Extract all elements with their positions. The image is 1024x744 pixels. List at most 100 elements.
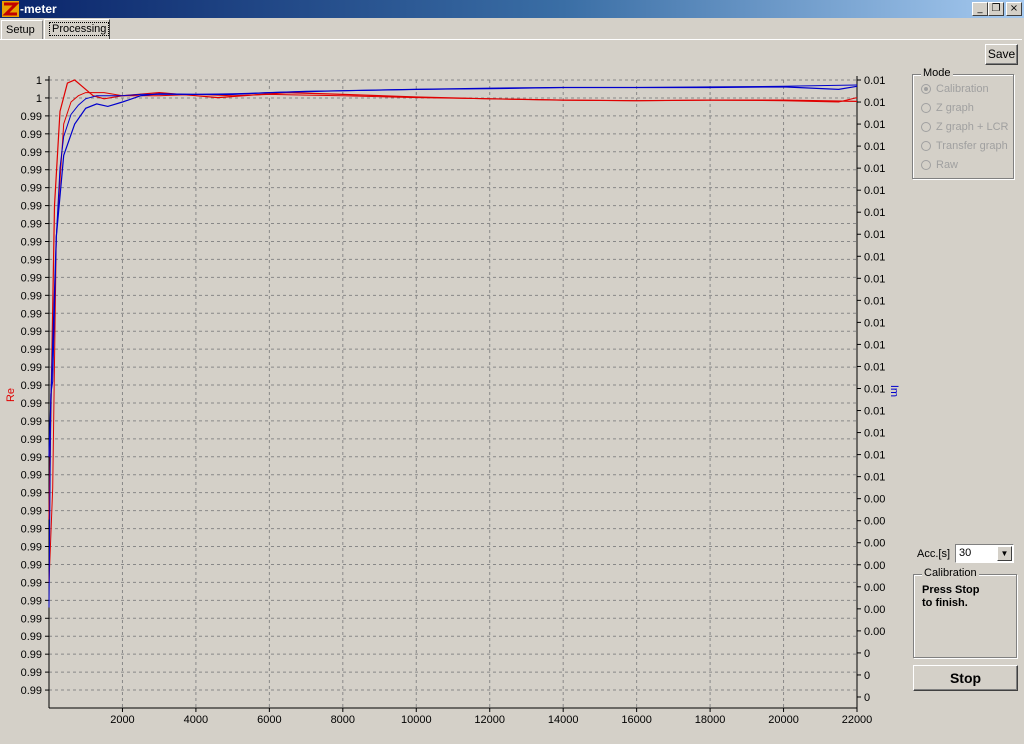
right-tick-label: 0.00 [864, 604, 885, 616]
tab-setup[interactable]: Setup [1, 20, 43, 39]
left-tick-label: 0.99 [21, 219, 42, 231]
mode-z-graph-lcr-radio[interactable]: Z graph + LCR [921, 121, 1008, 137]
right-tick-label: 0.00 [864, 538, 885, 550]
calibration-message: Press Stop to finish. [922, 584, 979, 610]
left-tick-label: 0.99 [21, 488, 42, 500]
right-tick-label: 0.00 [864, 582, 885, 594]
left-tick-label: 0.99 [21, 649, 42, 661]
series-line-re [48, 92, 858, 583]
left-tick-label: 0.99 [21, 165, 42, 177]
app-logo-icon [2, 1, 19, 17]
right-tick-label: 0 [864, 670, 870, 682]
left-tick-label: 0.99 [21, 595, 42, 607]
left-tick-label: 1 [36, 75, 42, 87]
x-tick-label: 8000 [331, 714, 355, 726]
right-tick-label: 0.01 [864, 339, 885, 351]
series-line-im-averaged [48, 85, 858, 457]
left-tick-label: 0.99 [21, 183, 42, 195]
right-tick-label: 0.01 [864, 450, 885, 462]
left-tick-label: 0.99 [21, 434, 42, 446]
right-tick-label: 0.01 [864, 141, 885, 153]
left-tick-label: 0.99 [21, 344, 42, 356]
mode-raw-radio[interactable]: Raw [921, 159, 958, 175]
left-tick-label: 0.99 [21, 147, 42, 159]
mode-calibration-radio[interactable]: Calibration [921, 83, 989, 99]
radio-checked-icon [921, 84, 931, 94]
right-tick-label: 0 [864, 692, 870, 704]
chevron-down-icon[interactable]: ▼ [997, 546, 1012, 561]
right-tick-label: 0.01 [864, 472, 885, 484]
right-tick-label: 0.00 [864, 516, 885, 528]
calibration-group: Calibration Press Stop to finish. [913, 567, 1017, 658]
minimize-button[interactable]: _ [972, 2, 988, 16]
series-line-im [48, 84, 858, 608]
x-tick-label: 16000 [621, 714, 652, 726]
left-tick-label: 0.99 [21, 236, 42, 248]
right-tick-label: 0.01 [864, 185, 885, 197]
left-tick-label: 0.99 [21, 416, 42, 428]
x-tick-label: 20000 [768, 714, 799, 726]
close-button[interactable]: × [1006, 2, 1022, 16]
series-line-re-averaged [48, 79, 858, 520]
im-axis-label: Im [888, 385, 900, 397]
left-tick-label: 0.99 [21, 452, 42, 464]
left-tick-label: 0.99 [21, 254, 42, 266]
left-tick-label: 0.99 [21, 470, 42, 482]
left-tick-label: 0.99 [21, 613, 42, 625]
left-tick-label: 0.99 [21, 129, 42, 141]
left-tick-label: 0.99 [21, 524, 42, 536]
right-tick-label: 0.01 [864, 383, 885, 395]
radio-icon [921, 141, 931, 151]
save-button[interactable]: Save [985, 44, 1018, 65]
left-tick-label: 1 [36, 93, 42, 105]
left-tick-label: 0.99 [21, 201, 42, 213]
right-tick-label: 0.01 [864, 163, 885, 175]
left-tick-label: 0.99 [21, 631, 42, 643]
x-tick-label: 10000 [401, 714, 432, 726]
title-bar: -meter _ ❐ × [0, 0, 1024, 18]
left-tick-label: 0.99 [21, 290, 42, 302]
x-tick-label: 2000 [110, 714, 134, 726]
mode-raw-label: Raw [936, 159, 959, 171]
right-tick-label: 0 [864, 648, 870, 660]
mode-group-title: Mode [921, 67, 953, 79]
acc-select-value: 30 [959, 547, 972, 559]
radio-icon [921, 103, 931, 113]
radio-icon [921, 160, 931, 170]
right-tick-label: 0.01 [864, 317, 885, 329]
left-tick-label: 0.99 [21, 308, 42, 320]
calibration-group-title: Calibration [922, 567, 979, 579]
radio-icon [921, 122, 931, 132]
restore-button[interactable]: ❐ [988, 2, 1004, 16]
left-tick-label: 0.99 [21, 577, 42, 589]
mode-calibration-label: Calibration [936, 83, 989, 95]
left-tick-label: 0.99 [21, 362, 42, 374]
right-tick-label: 0.01 [864, 75, 885, 87]
left-tick-label: 0.99 [21, 111, 42, 123]
left-tick-label: 0.99 [21, 380, 42, 392]
acc-select[interactable]: 30 ▼ [955, 544, 1014, 563]
right-tick-label: 0.01 [864, 406, 885, 418]
right-tick-label: 0.01 [864, 428, 885, 440]
left-tick-label: 0.99 [21, 506, 42, 518]
right-tick-label: 0.01 [864, 119, 885, 131]
calibration-message-line1: Press Stop [922, 584, 980, 596]
x-tick-label: 12000 [474, 714, 505, 726]
left-tick-label: 0.99 [21, 667, 42, 679]
x-tick-label: 22000 [842, 714, 873, 726]
acc-label: Acc.[s] [917, 548, 951, 560]
stop-button[interactable]: Stop [913, 665, 1018, 691]
right-tick-label: 0.00 [864, 494, 885, 506]
right-tick-label: 0.01 [864, 295, 885, 307]
re-axis-label: Re [5, 388, 17, 402]
left-tick-label: 0.99 [21, 326, 42, 338]
x-tick-label: 18000 [695, 714, 726, 726]
right-tick-label: 0.01 [864, 273, 885, 285]
mode-group: Mode Calibration Z graph Z graph + LCR T… [912, 67, 1014, 179]
tab-processing[interactable]: Processing [44, 19, 110, 40]
right-tick-label: 0.01 [864, 97, 885, 109]
mode-transfer-graph-label: Transfer graph [936, 140, 1008, 152]
mode-transfer-graph-radio[interactable]: Transfer graph [921, 140, 1008, 156]
mode-z-graph-radio[interactable]: Z graph [921, 102, 974, 118]
right-tick-label: 0.00 [864, 626, 885, 638]
